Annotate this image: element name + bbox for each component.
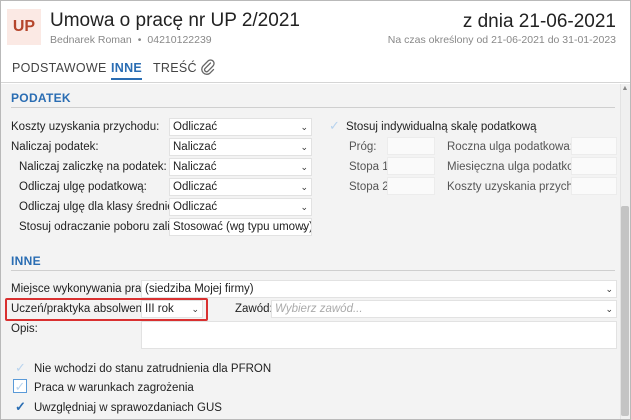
chevron-down-icon: ⌄	[300, 162, 308, 172]
chevron-down-icon: ⌄	[605, 284, 613, 294]
roczna-ulga-label: Roczna ulga podatkowa:	[447, 141, 573, 153]
naliczaj-zaliczke-select[interactable]: Naliczać ⌄	[169, 158, 312, 176]
document-type-badge: UP	[7, 9, 41, 45]
paperclip-icon	[201, 59, 215, 75]
roczna-ulga-input[interactable]	[571, 137, 617, 155]
stopa1-label: Stopa 1:	[349, 161, 392, 173]
chevron-down-icon: ⌄	[300, 182, 308, 192]
miesieczna-ulga-input[interactable]	[571, 157, 617, 175]
tab-tresc[interactable]: TREŚĆ	[153, 61, 197, 75]
individual-scale-checkbox[interactable]: ✓	[328, 119, 341, 132]
document-title: Umowa o pracę nr UP 2/2021	[50, 10, 300, 31]
document-date: z dnia 21-06-2021	[462, 11, 616, 32]
koszty-select[interactable]: Odliczać ⌄	[169, 118, 312, 136]
uczen-value: III rok	[145, 303, 174, 315]
miejsce-value: (siedziba Mojej firmy)	[145, 283, 254, 295]
employee-info: Bednarek Roman • 04210122239	[50, 34, 212, 46]
section-divider	[11, 107, 615, 108]
section-divider	[11, 270, 615, 271]
tab-bar: PODSTAWOWE INNE TREŚĆ	[1, 57, 630, 83]
naliczaj-zaliczke-value: Naliczać	[173, 161, 217, 173]
contract-period: Na czas określony od 21-06-2021 do 31-01…	[387, 34, 616, 46]
uczen-select[interactable]: III rok ⌄	[141, 300, 203, 318]
pfron-label: Nie wchodzi do stanu zatrudnienia dla PF…	[34, 363, 272, 375]
chevron-down-icon: ⌄	[300, 142, 308, 152]
opis-label: Opis:	[11, 323, 38, 335]
odraczanie-value: Stosować (wg typu umowy)	[173, 221, 312, 233]
prog-input[interactable]	[387, 137, 435, 155]
chevron-down-icon: ⌄	[300, 202, 308, 212]
scrollbar-thumb[interactable]	[621, 206, 629, 416]
ulga-klasa-srednia-select[interactable]: Odliczać ⌄	[169, 198, 312, 216]
odraczanie-select[interactable]: Stosować (wg typu umowy) ⌄	[169, 218, 312, 236]
chevron-down-icon: ⌄	[191, 304, 199, 314]
zawod-select[interactable]: Wybierz zawód... ⌄	[271, 300, 617, 318]
odliczaj-ulge-value: Odliczać	[173, 181, 218, 193]
ulga-klasa-srednia-label: Odliczaj ulgę dla klasy średniej:	[19, 201, 180, 213]
gus-checkbox[interactable]: ✓	[14, 400, 27, 413]
koszty-value: Odliczać	[173, 121, 218, 133]
tab-podstawowe[interactable]: PODSTAWOWE	[12, 61, 107, 75]
miesieczna-ulga-label: Miesięczna ulga podatkowa:	[447, 161, 592, 173]
pfron-checkbox[interactable]: ✓	[14, 361, 27, 374]
stopa2-input[interactable]	[387, 177, 435, 195]
chevron-down-icon: ⌄	[300, 222, 308, 232]
gus-label: Uwzględniaj w sprawozdaniach GUS	[34, 402, 222, 414]
miejsce-select[interactable]: (siedziba Mojej firmy) ⌄	[141, 280, 617, 298]
odliczaj-ulge-label: Odliczaj ulgę podatkową:	[19, 181, 147, 193]
chevron-down-icon: ⌄	[300, 122, 308, 132]
tab-inne[interactable]: INNE	[111, 61, 143, 80]
miejsce-label: Miejsce wykonywania pracy:	[11, 283, 157, 295]
koszty-label: Koszty uzyskania przychodu:	[11, 121, 160, 133]
zagrozenie-checkbox[interactable]: ✓	[13, 379, 27, 393]
naliczaj-podatek-select[interactable]: Naliczać ⌄	[169, 138, 312, 156]
zawod-label: Zawód:	[235, 303, 273, 315]
zawod-placeholder: Wybierz zawód...	[275, 303, 363, 315]
zagrozenie-label: Praca w warunkach zagrożenia	[34, 382, 194, 394]
scroll-up-icon[interactable]: ▲	[621, 85, 629, 93]
prog-label: Próg:	[349, 141, 377, 153]
opis-textarea[interactable]	[141, 321, 617, 349]
section-title-podatek: PODATEK	[11, 91, 71, 105]
odliczaj-ulge-select[interactable]: Odliczać ⌄	[169, 178, 312, 196]
stopa2-label: Stopa 2:	[349, 181, 392, 193]
contract-window: UP Umowa o pracę nr UP 2/2021 Bednarek R…	[0, 0, 631, 420]
ulga-klasa-srednia-value: Odliczać	[173, 201, 218, 213]
section-title-inne: INNE	[11, 254, 41, 268]
naliczaj-podatek-label: Naliczaj podatek:	[11, 141, 99, 153]
stopa1-input[interactable]	[387, 157, 435, 175]
tab-attachments[interactable]	[201, 59, 215, 78]
chevron-down-icon: ⌄	[605, 304, 613, 314]
separator-dot: •	[137, 34, 142, 46]
naliczaj-podatek-value: Naliczać	[173, 141, 217, 153]
naliczaj-zaliczke-label: Naliczaj zaliczkę na podatek:	[19, 161, 167, 173]
employee-name[interactable]: Bednarek Roman	[50, 34, 132, 46]
document-header: UP Umowa o pracę nr UP 2/2021 Bednarek R…	[1, 1, 630, 57]
employee-id: 04210122239	[147, 34, 212, 46]
koszty-right-input[interactable]	[571, 177, 617, 195]
individual-scale-label: Stosuj indywidualną skalę podatkową	[346, 121, 537, 133]
